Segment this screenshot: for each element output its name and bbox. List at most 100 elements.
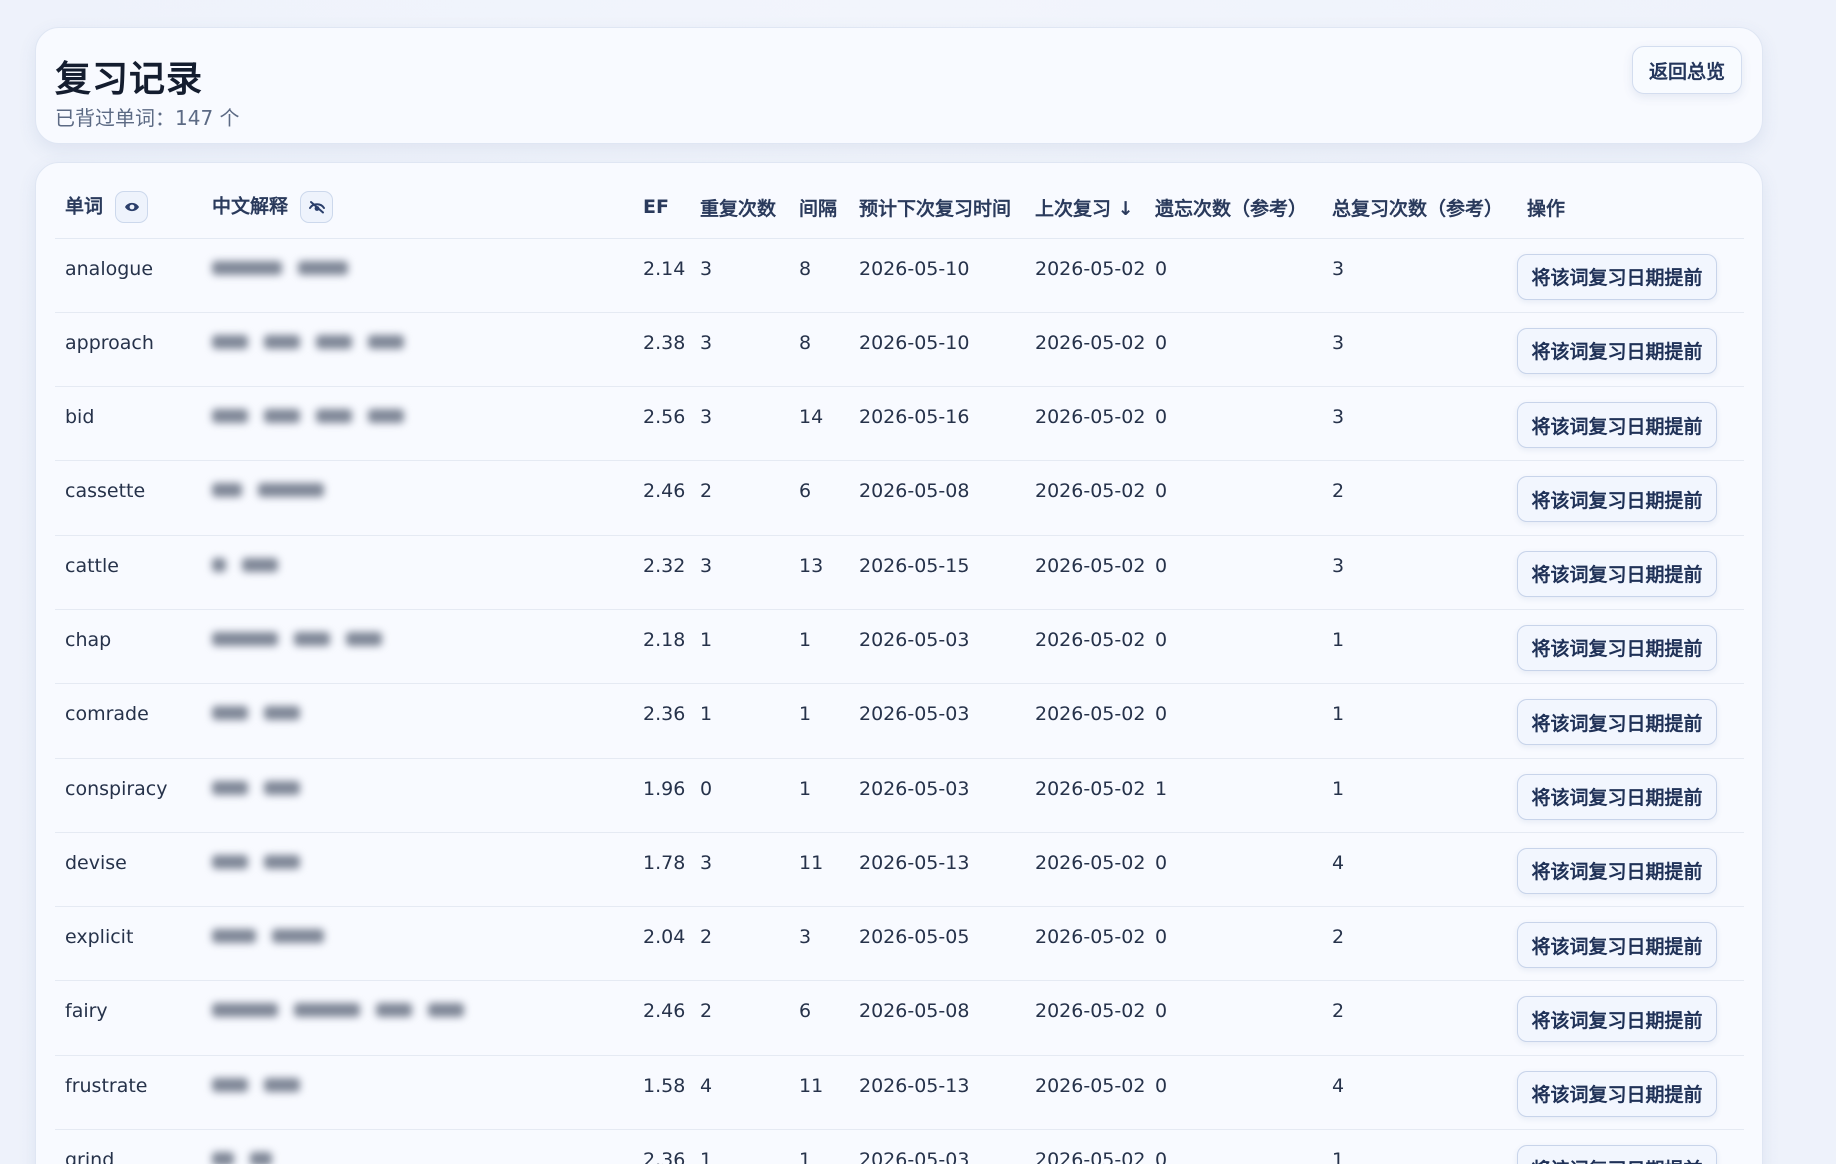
column-header-word: 单词 [55,177,202,239]
hidden-meaning[interactable] [212,929,324,944]
hidden-meaning[interactable] [212,1003,464,1018]
hidden-meaning[interactable] [212,631,382,646]
learned-count: 已背过单词：147 个 [55,106,240,130]
meaning-cell [202,1055,633,1131]
advance-review-date-button[interactable]: 将该词复习日期提前 [1517,624,1717,671]
action-cell: 将该词复习日期提前 [1517,609,1744,685]
action-cell: 将该词复习日期提前 [1517,906,1744,982]
interval-cell: 8 [789,238,849,313]
table-row: chap 2.18 1 1 2026-05-03 2026-05-02 0 1 将该词复习日期提… [55,609,1744,685]
meaning-cell [202,758,633,833]
repetitions-cell: 3 [690,832,789,908]
hidden-meaning[interactable] [212,854,300,869]
hidden-meaning[interactable] [212,780,300,795]
next-review-cell: 2026-05-03 [849,1129,1025,1164]
advance-review-date-button[interactable]: 将该词复习日期提前 [1517,699,1717,746]
ef-cell: 2.18 [633,609,690,685]
action-cell: 将该词复习日期提前 [1517,1055,1744,1131]
hidden-meaning[interactable] [212,557,278,572]
advance-review-date-button[interactable]: 将该词复习日期提前 [1517,922,1717,969]
total-reviews-cell: 3 [1322,238,1517,313]
back-to-overview-button[interactable]: 返回总览 [1632,46,1742,94]
meaning-cell [202,609,633,685]
forget-count-cell: 0 [1145,535,1322,610]
hidden-meaning[interactable] [212,1077,300,1092]
meaning-cell [202,535,633,610]
interval-cell: 6 [789,460,849,536]
next-review-cell: 2026-05-03 [849,683,1025,759]
column-header-total-reviews: 总复习次数（参考） [1322,177,1517,239]
word-cell: conspiracy [55,758,202,833]
eye-slash-icon[interactable] [300,191,334,224]
table-row: bid 2.56 3 14 2026-05-16 2026-05-02 0 3 将该词复习日期提… [55,386,1744,462]
meaning-cell [202,238,633,313]
last-review-cell: 2026-05-02 [1025,312,1145,388]
eye-icon[interactable] [115,191,149,224]
advance-review-date-button[interactable]: 将该词复习日期提前 [1517,1070,1717,1117]
column-label-meaning: 中文解释 [212,195,289,218]
hidden-meaning[interactable] [212,1152,272,1164]
action-cell: 将该词复习日期提前 [1517,980,1744,1056]
word-cell: frustrate [55,1055,202,1131]
table-row: frustrate 1.58 4 11 2026-05-13 2026-05-02 0 4 将该… [55,1055,1744,1131]
table-header-row: 单词 中文解释 EF 重复次数 间隔 预计下次复习时间 上次复习 ↓ 遗忘次数（… [55,177,1744,239]
forget-count-cell: 0 [1145,832,1322,908]
total-reviews-cell: 4 [1322,1055,1517,1131]
interval-cell: 11 [789,1055,849,1131]
interval-cell: 1 [789,758,849,833]
advance-review-date-button[interactable]: 将该词复习日期提前 [1517,1145,1717,1164]
next-review-cell: 2026-05-08 [849,980,1025,1056]
forget-count-cell: 0 [1145,386,1322,462]
total-reviews-cell: 3 [1322,386,1517,462]
column-header-last-review[interactable]: 上次复习 ↓ [1025,177,1145,239]
forget-count-cell: 1 [1145,758,1322,833]
hidden-meaning[interactable] [212,334,404,349]
action-cell: 将该词复习日期提前 [1517,238,1744,313]
advance-review-date-button[interactable]: 将该词复习日期提前 [1517,847,1717,894]
advance-review-date-button[interactable]: 将该词复习日期提前 [1517,773,1717,820]
last-review-cell: 2026-05-02 [1025,386,1145,462]
repetitions-cell: 1 [690,683,789,759]
ef-cell: 2.56 [633,386,690,462]
advance-review-date-button[interactable]: 将该词复习日期提前 [1517,253,1717,300]
hidden-meaning[interactable] [212,260,348,275]
advance-review-date-button[interactable]: 将该词复习日期提前 [1517,476,1717,523]
advance-review-date-button[interactable]: 将该词复习日期提前 [1517,327,1717,374]
repetitions-cell: 3 [690,312,789,388]
repetitions-cell: 1 [690,609,789,685]
advance-review-date-button[interactable]: 将该词复习日期提前 [1517,996,1717,1043]
hidden-meaning[interactable] [212,706,300,721]
meaning-cell [202,832,633,908]
word-cell: explicit [55,906,202,982]
hidden-meaning[interactable] [212,483,324,498]
advance-review-date-button[interactable]: 将该词复习日期提前 [1517,402,1717,449]
total-reviews-cell: 2 [1322,906,1517,982]
meaning-cell [202,386,633,462]
forget-count-cell: 0 [1145,1129,1322,1164]
next-review-cell: 2026-05-10 [849,238,1025,313]
ef-cell: 2.36 [633,1129,690,1164]
advance-review-date-button[interactable]: 将该词复习日期提前 [1517,550,1717,597]
interval-cell: 14 [789,386,849,462]
ef-cell: 1.78 [633,832,690,908]
forget-count-cell: 0 [1145,460,1322,536]
last-review-cell: 2026-05-02 [1025,906,1145,982]
meaning-cell [202,980,633,1056]
word-cell: bid [55,386,202,462]
table-row: cattle 2.32 3 13 2026-05-15 2026-05-02 0 3 将该词复习… [55,535,1744,610]
action-cell: 将该词复习日期提前 [1517,832,1744,908]
word-cell: chap [55,609,202,685]
action-cell: 将该词复习日期提前 [1517,1129,1744,1164]
action-cell: 将该词复习日期提前 [1517,460,1744,536]
next-review-cell: 2026-05-10 [849,312,1025,388]
ef-cell: 1.96 [633,758,690,833]
last-review-cell: 2026-05-02 [1025,1129,1145,1164]
table-row: conspiracy 1.96 0 1 2026-05-03 2026-05-02 1 1 将该… [55,758,1744,833]
ef-cell: 2.46 [633,980,690,1056]
ef-cell: 2.46 [633,460,690,536]
hidden-meaning[interactable] [212,409,404,424]
total-reviews-cell: 3 [1322,535,1517,610]
ef-cell: 2.36 [633,683,690,759]
forget-count-cell: 0 [1145,980,1322,1056]
repetitions-cell: 4 [690,1055,789,1131]
